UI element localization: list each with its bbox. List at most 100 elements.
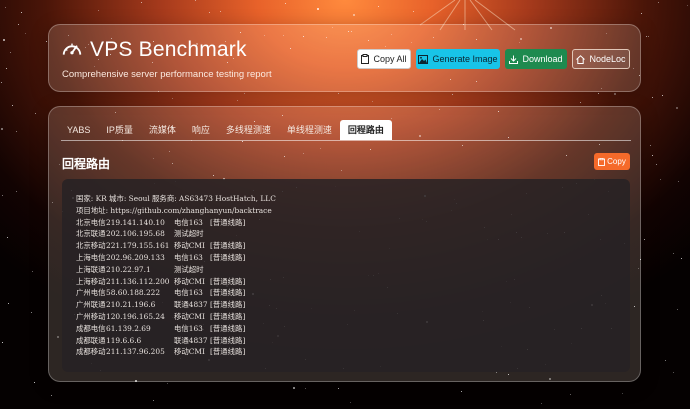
route-carrier: 移动CMI <box>174 347 205 357</box>
route-ip: 120.196.165.24 <box>106 311 165 321</box>
star <box>646 36 647 37</box>
nodeloc-button[interactable]: NodeLoc <box>572 49 630 69</box>
route-ip: 211.136.112.200 <box>106 276 170 286</box>
tab-yabs[interactable]: YABS <box>59 120 98 140</box>
download-icon <box>509 55 519 64</box>
route-location: 北京联通 <box>76 229 106 239</box>
star <box>570 394 571 395</box>
star <box>580 102 581 103</box>
star <box>195 0 196 1</box>
route-location: 上海联通 <box>76 264 106 274</box>
route-tag: [普通线路] <box>210 241 246 251</box>
route-carrier: 电信163 <box>174 252 203 262</box>
page-title: VPS Benchmark <box>90 38 247 61</box>
results-card: YABS IP质量 流媒体 响应 多线程测速 单线程测速 回程路由 回程路由 C… <box>48 106 641 382</box>
star <box>641 13 642 14</box>
route-tag: [普通线路] <box>210 288 246 298</box>
route-carrier: 电信163 <box>174 288 203 298</box>
route-ip: 221.179.155.161 <box>106 241 170 251</box>
route-tag: [普通线路] <box>210 311 246 321</box>
home-icon <box>576 54 586 64</box>
star <box>3 39 5 41</box>
route-list: 北京电信219.141.140.10 电信163 [普通线路] 北京联通202.106… <box>76 217 616 359</box>
star <box>614 93 616 95</box>
route-location: 成都联通 <box>76 335 106 345</box>
star <box>662 95 663 96</box>
star <box>541 403 542 404</box>
tab-single-thread-speed[interactable]: 单线程测速 <box>279 120 340 140</box>
route-location: 广州电信 <box>76 288 106 298</box>
star <box>293 387 295 389</box>
route-row: 广州电信58.60.188.222 电信163 [普通线路] <box>76 287 616 299</box>
speedometer-icon <box>62 43 82 55</box>
title-group: VPS Benchmark <box>61 38 247 62</box>
star <box>32 271 33 272</box>
star <box>452 94 453 95</box>
star <box>687 5 688 6</box>
star <box>678 181 679 182</box>
star <box>650 145 651 146</box>
star <box>338 388 339 389</box>
tab-bar: YABS IP质量 流媒体 响应 多线程测速 单线程测速 回程路由 <box>59 120 392 140</box>
route-row: 成都移动211.137.96.205 移动CMI [普通线路] <box>76 346 616 358</box>
route-row: 北京移动221.179.155.161 移动CMI [普通线路] <box>76 240 616 252</box>
route-carrier: 联通4837 <box>174 335 208 345</box>
star <box>285 3 286 4</box>
nodeloc-label: NodeLoc <box>589 54 626 64</box>
route-row: 广州联通210.21.196.6 联通4837 [普通线路] <box>76 299 616 311</box>
star <box>673 253 674 254</box>
route-ip: 210.22.97.1 <box>106 264 151 274</box>
clipboard-icon <box>598 157 606 166</box>
star <box>98 10 99 11</box>
route-location: 上海移动 <box>76 276 106 286</box>
star <box>338 93 339 94</box>
star <box>350 402 351 403</box>
star <box>378 6 379 7</box>
route-row: 成都联通119.6.6.6 联通4837 [普通线路] <box>76 335 616 347</box>
star <box>305 388 306 389</box>
tab-ip-quality[interactable]: IP质量 <box>98 120 141 140</box>
star <box>141 2 142 3</box>
route-ip: 211.137.96.205 <box>106 347 165 357</box>
star <box>673 372 674 373</box>
star <box>676 107 678 109</box>
copy-label: Copy <box>607 157 626 166</box>
copy-button[interactable]: Copy <box>594 153 630 170</box>
download-button[interactable]: Download <box>505 49 567 69</box>
star <box>372 101 373 102</box>
route-row: 上海联通210.22.97.1 测试超时 <box>76 264 616 276</box>
copy-all-button[interactable]: Copy All <box>357 49 411 69</box>
star <box>153 400 154 401</box>
route-row: 上海电信202.96.209.133 电信163 [普通线路] <box>76 252 616 264</box>
route-output-terminal[interactable]: 国家: KR 城市: Seoul 服务商: AS63473 HostHatch,… <box>62 179 630 372</box>
star <box>656 164 657 165</box>
star <box>1 82 2 83</box>
tab-backtrace-route[interactable]: 回程路由 <box>339 120 392 140</box>
star <box>21 12 22 13</box>
star <box>5 7 6 8</box>
route-ip: 210.21.196.6 <box>106 300 156 310</box>
route-ip: 119.6.6.6 <box>106 335 142 345</box>
section-title: 回程路由 <box>62 157 111 171</box>
download-label: Download <box>522 54 563 64</box>
star <box>660 179 661 180</box>
star <box>622 393 623 394</box>
route-ip: 58.60.188.222 <box>106 288 161 298</box>
star <box>644 239 645 240</box>
star <box>461 391 462 392</box>
page-subtitle: Comprehensive server performance testing… <box>62 69 272 80</box>
star <box>167 383 168 384</box>
route-carrier: 移动CMI <box>174 241 205 251</box>
route-ip: 219.141.140.10 <box>106 217 165 227</box>
route-ip: 61.139.2.69 <box>106 323 151 333</box>
star <box>1 128 3 130</box>
tab-multi-thread-speed[interactable]: 多线程测速 <box>218 120 279 140</box>
route-row: 成都电信61.139.2.69 电信163 [普通线路] <box>76 323 616 335</box>
tab-streaming[interactable]: 流媒体 <box>141 120 184 140</box>
star <box>51 395 52 396</box>
generate-image-button[interactable]: Generate Image <box>416 49 500 69</box>
star <box>317 8 319 10</box>
route-location: 上海电信 <box>76 252 106 262</box>
star <box>648 36 649 37</box>
tab-response[interactable]: 响应 <box>184 120 218 140</box>
